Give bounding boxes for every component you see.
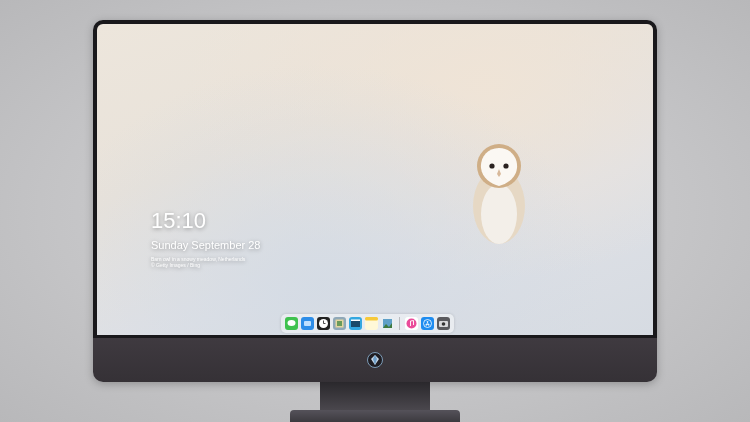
caption-line: © Getty Images / Bing [151,262,260,268]
dock [281,314,454,333]
clock-widget: 15:10 Sunday September 28 Barn owl in a … [151,208,260,268]
monitor: 15:10 Sunday September 28 Barn owl in a … [93,20,657,382]
monitor-bezel: 15:10 Sunday September 28 Barn owl in a … [93,20,657,338]
music-icon[interactable] [405,317,418,330]
folder-icon[interactable] [301,317,314,330]
messages-icon[interactable] [285,317,298,330]
date-label: Sunday September 28 [151,238,260,252]
app-store-icon[interactable] [421,317,434,330]
monitor-stand-base [290,410,460,422]
time-label: 15:10 [151,208,260,234]
desktop-background: 15:10 Sunday September 28 Barn owl in a … [0,0,750,422]
wallpaper-shade [97,24,653,335]
owl-icon [463,136,535,248]
photos-icon[interactable] [381,317,394,330]
lock-screen[interactable]: 15:10 Sunday September 28 Barn owl in a … [97,24,653,335]
clock-icon[interactable] [317,317,330,330]
monitor-stand-neck [320,382,430,410]
monitor-chin [93,338,657,382]
preview-icon[interactable] [333,317,346,330]
dock-separator [399,317,400,330]
video-icon[interactable] [349,317,362,330]
camera-icon[interactable] [437,317,450,330]
caption-line: Barn owl in a snowy meadow, Netherlands [151,256,260,262]
notes-icon[interactable] [365,317,378,330]
photo-caption: Barn owl in a snowy meadow, Netherlands©… [151,256,260,268]
brand-logo-icon [367,352,383,368]
